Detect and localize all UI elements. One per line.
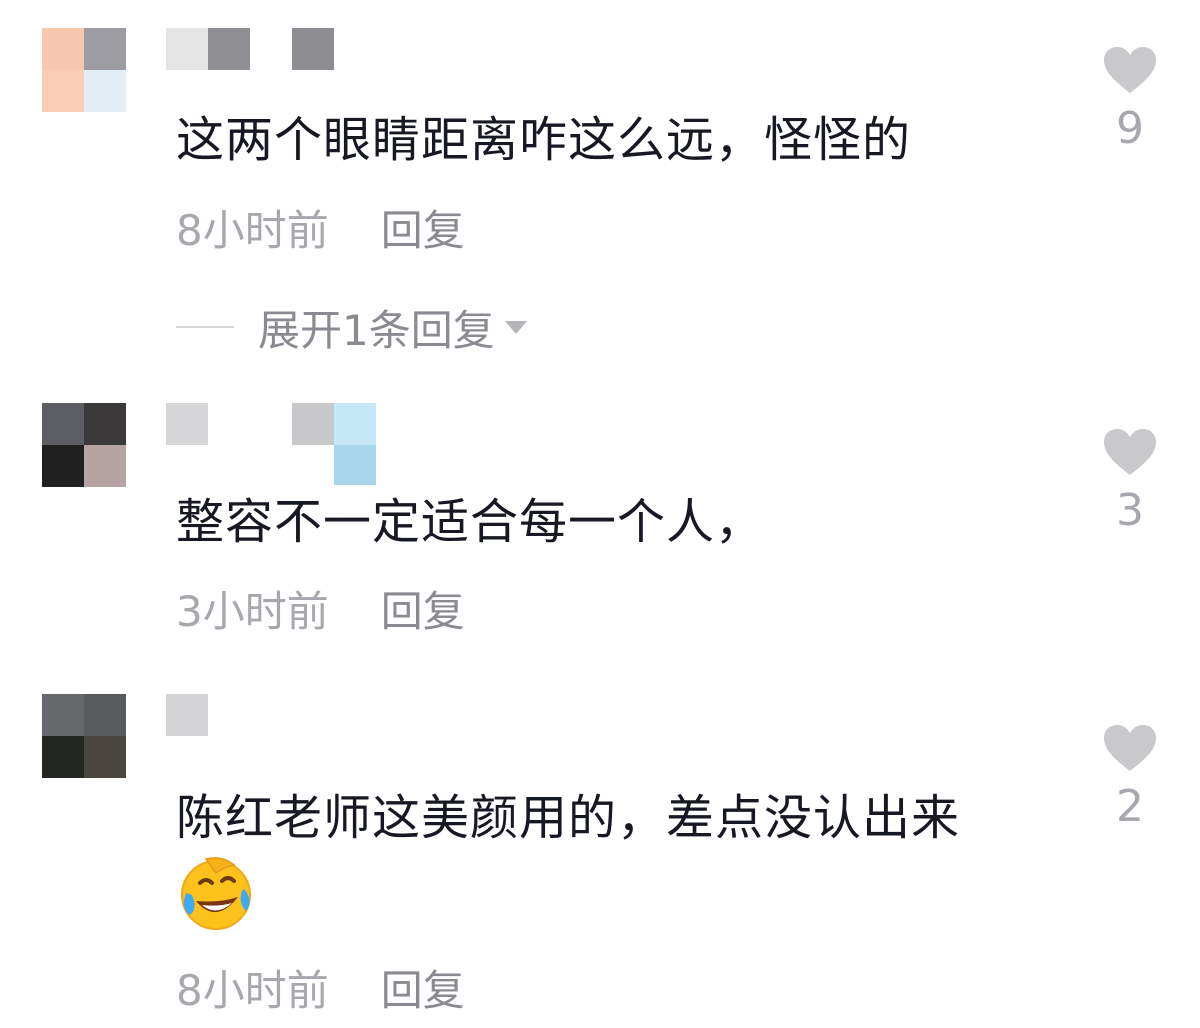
avatar[interactable] <box>42 403 126 487</box>
like-button[interactable]: 2 <box>1100 724 1160 832</box>
username-mosaic[interactable] <box>166 403 376 445</box>
comment-text: 这两个眼睛距离咋这么远，怪怪的 <box>176 112 912 168</box>
like-count: 2 <box>1116 781 1144 832</box>
caret-down-icon <box>504 320 527 334</box>
like-button[interactable]: 3 <box>1100 428 1160 536</box>
comment-time: 8小时前 <box>176 206 329 255</box>
heart-icon[interactable] <box>1103 46 1157 94</box>
comment-time: 3小时前 <box>176 587 329 636</box>
reply-button[interactable]: 回复 <box>381 966 465 1016</box>
comment-meta: 8小时前 回复 <box>176 966 465 1016</box>
expand-replies-label: 展开1条回复 <box>258 305 495 355</box>
avatar[interactable] <box>42 694 126 778</box>
reply-button[interactable]: 回复 <box>381 206 465 256</box>
comment-meta: 8小时前 回复 <box>176 206 465 256</box>
comment-time: 8小时前 <box>176 966 329 1015</box>
avatar[interactable] <box>42 28 126 112</box>
divider-line <box>176 326 234 328</box>
username-mosaic[interactable] <box>166 28 334 70</box>
like-button[interactable]: 9 <box>1100 46 1160 154</box>
comment-meta: 3小时前 回复 <box>176 587 465 637</box>
heart-icon[interactable] <box>1103 724 1157 772</box>
expand-replies-button[interactable]: 展开1条回复 <box>176 302 527 355</box>
username-mosaic[interactable] <box>166 694 208 736</box>
like-count: 9 <box>1116 103 1144 154</box>
reply-button[interactable]: 回复 <box>381 587 465 637</box>
like-count: 3 <box>1116 485 1144 536</box>
laughing-crying-emoji-icon <box>181 857 251 930</box>
comment-text: 整容不一定适合每一个人， <box>176 494 765 550</box>
username-mosaic-tile <box>334 445 376 485</box>
comment-text: 陈红老师这美颜用的，差点没认出来 <box>176 790 961 846</box>
heart-icon[interactable] <box>1103 428 1157 476</box>
